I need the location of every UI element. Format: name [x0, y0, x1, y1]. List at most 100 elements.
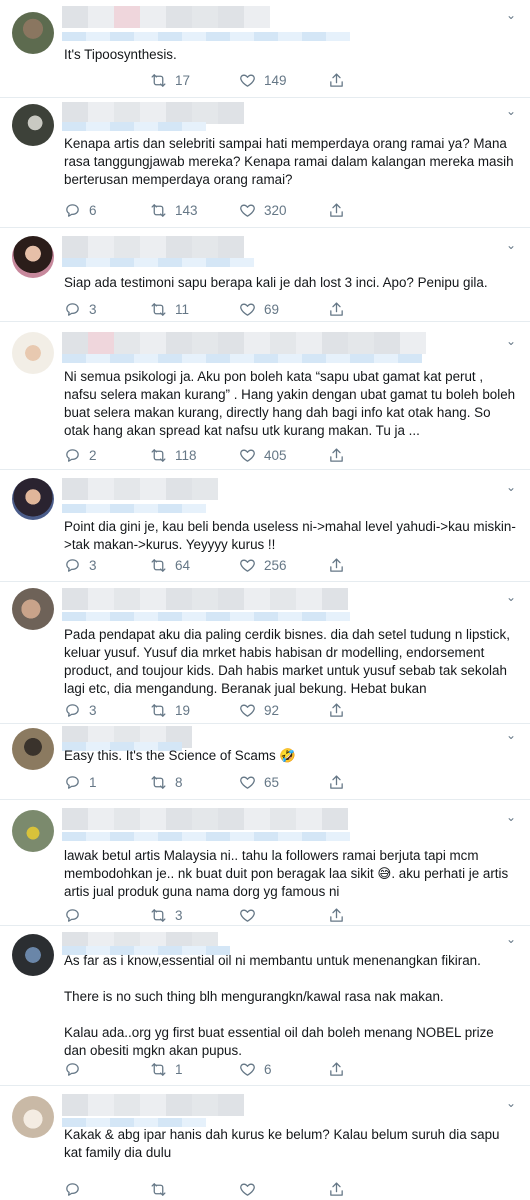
chevron-down-icon[interactable]: ⌄ [506, 1096, 516, 1110]
reply-item[interactable]: ⌄ Kakak & abg ipar hanis dah kurus ke be… [0, 1086, 530, 1200]
reply-item[interactable]: ⌄ Ni semua psikologi ja. Aku pon boleh k… [0, 322, 530, 470]
like-button[interactable]: 320 [239, 201, 287, 219]
retweet-icon [151, 203, 166, 217]
retweet-button[interactable]: 19 [150, 701, 190, 719]
avatar[interactable] [12, 236, 54, 278]
reply-button[interactable]: 1 [64, 773, 97, 791]
reply-item[interactable]: ⌄ Point dia gini je, kau beli benda usel… [0, 470, 530, 582]
display-name-redacted[interactable] [62, 102, 244, 124]
share-button[interactable] [328, 446, 345, 464]
reply-item[interactable]: ⌄ It's Tipoosynthesis. 17 149 [0, 0, 530, 98]
share-button[interactable] [328, 1060, 345, 1078]
retweet-icon [151, 73, 166, 87]
avatar[interactable] [12, 12, 54, 54]
heart-icon [240, 74, 255, 87]
reply-item[interactable]: ⌄ Kenapa artis dan selebriti sampai hati… [0, 98, 530, 228]
heart-icon [240, 1183, 255, 1196]
display-name-redacted[interactable] [62, 6, 270, 28]
reply-text: Pada pendapat aku dia paling cerdik bisn… [64, 627, 514, 696]
avatar[interactable] [12, 104, 54, 146]
display-name-redacted[interactable] [62, 478, 218, 500]
retweet-icon [151, 1062, 166, 1076]
chevron-down-icon[interactable]: ⌄ [506, 480, 516, 494]
reply-item[interactable]: ⌄ Easy this. It's the Science of Scams 🤣… [0, 724, 530, 800]
display-name-redacted[interactable] [62, 808, 348, 830]
chevron-down-icon[interactable]: ⌄ [506, 238, 516, 252]
retweet-count: 118 [175, 447, 197, 463]
reply-button[interactable]: 3 [64, 701, 97, 719]
share-icon [330, 557, 343, 572]
like-button[interactable]: 6 [239, 1060, 272, 1078]
reply-button[interactable]: 3 [64, 300, 97, 318]
avatar[interactable] [12, 934, 54, 976]
like-button[interactable]: 405 [239, 446, 287, 464]
like-button[interactable]: 69 [239, 300, 279, 318]
reply-button[interactable]: 3 [64, 556, 97, 574]
like-button[interactable]: 256 [239, 556, 287, 574]
avatar[interactable] [12, 810, 54, 852]
reply-actions: 17 149 [64, 71, 364, 89]
chevron-down-icon[interactable]: ⌄ [506, 932, 516, 946]
retweet-button[interactable]: 64 [150, 556, 190, 574]
reply-button[interactable]: 6 [64, 201, 97, 219]
chevron-down-icon[interactable]: ⌄ [506, 8, 516, 22]
avatar[interactable] [12, 588, 54, 630]
reply-button[interactable] [64, 1180, 81, 1198]
like-button[interactable] [239, 1180, 256, 1198]
reply-item[interactable]: ⌄ Siap ada testimoni sapu berapa kali je… [0, 228, 530, 322]
avatar[interactable] [12, 332, 54, 374]
share-button[interactable] [328, 201, 345, 219]
display-name-redacted[interactable] [62, 1094, 244, 1116]
share-button[interactable] [328, 300, 345, 318]
retweet-button[interactable]: 17 [150, 71, 190, 89]
avatar[interactable] [12, 1096, 54, 1138]
retweet-button[interactable]: 118 [150, 446, 197, 464]
display-name-redacted[interactable] [62, 588, 348, 610]
speech-bubble-icon [66, 775, 79, 789]
like-button[interactable]: 92 [239, 701, 279, 719]
chevron-down-icon[interactable]: ⌄ [506, 590, 516, 604]
chevron-down-icon[interactable]: ⌄ [506, 810, 516, 824]
heart-icon [240, 449, 255, 462]
share-button[interactable] [328, 1180, 345, 1198]
avatar[interactable] [12, 478, 54, 520]
speech-bubble-icon [66, 1062, 79, 1076]
retweet-button[interactable]: 8 [150, 773, 183, 791]
like-button[interactable]: 149 [239, 71, 287, 89]
retweet-button[interactable]: 1 [150, 1060, 183, 1078]
chevron-down-icon[interactable]: ⌄ [506, 104, 516, 118]
retweet-count: 3 [175, 907, 183, 923]
speech-bubble-icon [66, 558, 79, 572]
reply-button[interactable] [64, 906, 81, 924]
like-count: 405 [264, 447, 287, 463]
share-button[interactable] [328, 556, 345, 574]
reply-item[interactable]: ⌄ As far as i know,essential oil ni memb… [0, 926, 530, 1086]
like-count: 6 [264, 1061, 272, 1077]
like-button[interactable]: 65 [239, 773, 279, 791]
display-name-redacted[interactable] [62, 236, 244, 258]
share-button[interactable] [328, 701, 345, 719]
share-button[interactable] [328, 906, 345, 924]
reply-item[interactable]: ⌄ Pada pendapat aku dia paling cerdik bi… [0, 582, 530, 724]
handle-redacted [62, 354, 422, 363]
reply-button[interactable] [64, 1060, 81, 1078]
retweet-button[interactable] [150, 1180, 167, 1198]
share-button[interactable] [328, 773, 345, 791]
retweet-button[interactable]: 11 [150, 300, 189, 318]
reply-button[interactable]: 2 [64, 446, 97, 464]
handle-redacted [62, 258, 254, 267]
speech-bubble-icon [66, 1182, 79, 1196]
reply-item[interactable]: ⌄ lawak betul artis Malaysia ni.. tahu l… [0, 800, 530, 926]
avatar[interactable] [12, 728, 54, 770]
chevron-down-icon[interactable]: ⌄ [506, 334, 516, 348]
handle-redacted [62, 832, 350, 841]
retweet-button[interactable]: 143 [150, 201, 198, 219]
retweet-count: 8 [175, 774, 183, 790]
retweet-button[interactable]: 3 [150, 906, 183, 924]
share-button[interactable] [328, 71, 345, 89]
like-button[interactable] [239, 906, 256, 924]
chevron-down-icon[interactable]: ⌄ [506, 728, 516, 742]
display-name-redacted[interactable] [62, 332, 426, 354]
retweet-icon [151, 448, 166, 462]
speech-bubble-icon [66, 448, 79, 462]
